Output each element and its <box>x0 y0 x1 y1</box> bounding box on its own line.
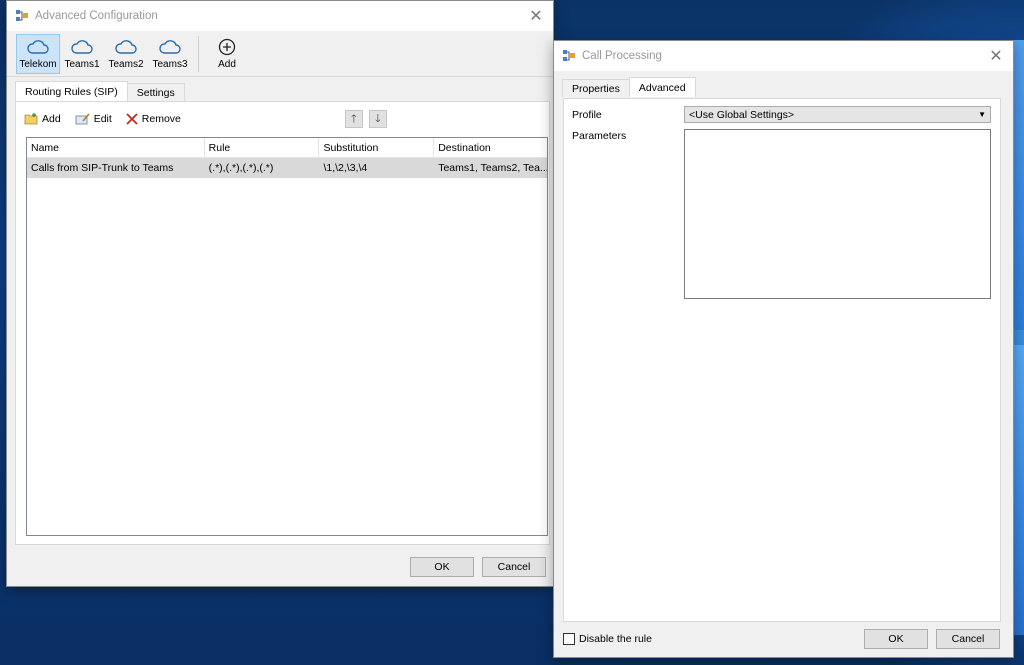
ribbon-item-teams2[interactable]: Teams2 <box>104 34 148 74</box>
title-bar: Call Processing ✕ <box>554 41 1013 71</box>
cell-substitution: \1,\2,\3,\4 <box>323 162 368 174</box>
add-rule-button[interactable]: Add <box>24 113 61 125</box>
cloud-icon <box>159 40 181 54</box>
move-down-button[interactable]: 🡓 <box>368 110 387 128</box>
rules-table: Name Rule Substitution Destination Calls… <box>26 137 548 536</box>
window-title: Advanced Configuration <box>35 10 158 22</box>
ribbon-item-teams1[interactable]: Teams1 <box>60 34 104 74</box>
arrow-down-icon: 🡓 <box>375 112 381 125</box>
chevron-down-icon: ▼ <box>978 110 986 119</box>
profile-select[interactable]: <Use Global Settings> ▼ <box>684 106 991 123</box>
cell-name: Calls from SIP-Trunk to Teams <box>31 162 174 174</box>
call-processing-window: Call Processing ✕ Properties Advanced Pr… <box>553 40 1014 658</box>
arrow-up-icon: 🡑 <box>351 112 357 125</box>
app-icon <box>15 9 29 23</box>
rules-toolbar: Add Edit Remove 🡑 🡓 <box>16 102 549 136</box>
ribbon-label: Teams3 <box>152 59 188 70</box>
app-icon <box>562 49 576 63</box>
remove-rule-label: Remove <box>141 113 181 125</box>
ribbon-item-telekom[interactable]: Telekom <box>16 34 60 74</box>
window-title: Call Processing <box>582 50 662 62</box>
parameters-label: Parameters <box>572 130 627 142</box>
ribbon-label: Telekom <box>19 59 57 70</box>
checkbox-box <box>563 633 575 645</box>
tab-strip: Properties Advanced <box>554 71 1013 97</box>
ribbon-item-teams3[interactable]: Teams3 <box>148 34 192 74</box>
ok-button[interactable]: OK <box>410 557 474 577</box>
edit-rule-label: Edit <box>93 113 112 125</box>
table-row[interactable]: Calls from SIP-Trunk to Teams (.*),(.*),… <box>27 158 547 178</box>
ribbon-item-add[interactable]: Add <box>205 34 249 74</box>
edit-rule-button[interactable]: Edit <box>75 113 112 125</box>
column-header-destination[interactable]: Destination <box>434 138 547 157</box>
tab-routing-rules[interactable]: Routing Rules (SIP) <box>15 81 128 101</box>
parameters-textarea[interactable] <box>684 129 991 299</box>
move-up-button[interactable]: 🡑 <box>344 110 363 128</box>
cloud-icon <box>115 40 137 54</box>
ribbon-label: Teams2 <box>108 59 144 70</box>
column-header-rule[interactable]: Rule <box>205 138 320 157</box>
disable-rule-checkbox[interactable]: Disable the rule <box>563 633 652 645</box>
column-header-substitution[interactable]: Substitution <box>319 138 435 157</box>
profile-label: Profile <box>572 109 602 121</box>
ribbon-label: Teams1 <box>64 59 100 70</box>
tab-strip: Routing Rules (SIP) Settings <box>7 77 553 101</box>
disable-rule-label: Disable the rule <box>579 633 652 645</box>
edit-icon <box>75 113 90 125</box>
remove-x-icon <box>126 113 138 125</box>
cloud-icon <box>71 40 93 54</box>
title-bar: Advanced Configuration ✕ <box>7 1 553 31</box>
tab-settings[interactable]: Settings <box>126 83 185 101</box>
advanced-panel: Profile <Use Global Settings> ▼ Paramete… <box>563 98 1001 622</box>
cell-rule: (.*),(.*),(.*),(.*) <box>208 162 274 174</box>
cloud-icon <box>27 40 49 54</box>
close-icon[interactable]: ✕ <box>519 1 553 31</box>
tab-advanced[interactable]: Advanced <box>628 77 696 97</box>
ribbon: Telekom Teams1 Teams2 Teams3 Add <box>7 31 553 77</box>
advanced-configuration-window: Advanced Configuration ✕ Telekom Teams1 … <box>6 0 554 587</box>
profile-value: <Use Global Settings> <box>689 108 795 121</box>
routing-rules-panel: Add Edit Remove 🡑 🡓 Name Rule Substituti… <box>15 101 550 545</box>
tab-properties[interactable]: Properties <box>562 79 630 97</box>
close-icon[interactable]: ✕ <box>979 41 1013 71</box>
table-header: Name Rule Substitution Destination <box>27 138 547 158</box>
cancel-button[interactable]: Cancel <box>482 557 546 577</box>
ribbon-separator <box>198 36 199 72</box>
cell-destination: Teams1, Teams2, Tea... <box>438 162 547 174</box>
cancel-button[interactable]: Cancel <box>936 629 1000 649</box>
ribbon-label: Add <box>218 59 236 70</box>
folder-add-icon <box>24 113 38 125</box>
ok-button[interactable]: OK <box>864 629 928 649</box>
remove-rule-button[interactable]: Remove <box>126 113 181 125</box>
plus-circle-icon <box>218 38 236 56</box>
add-rule-label: Add <box>42 113 61 125</box>
column-header-name[interactable]: Name <box>27 138 205 157</box>
